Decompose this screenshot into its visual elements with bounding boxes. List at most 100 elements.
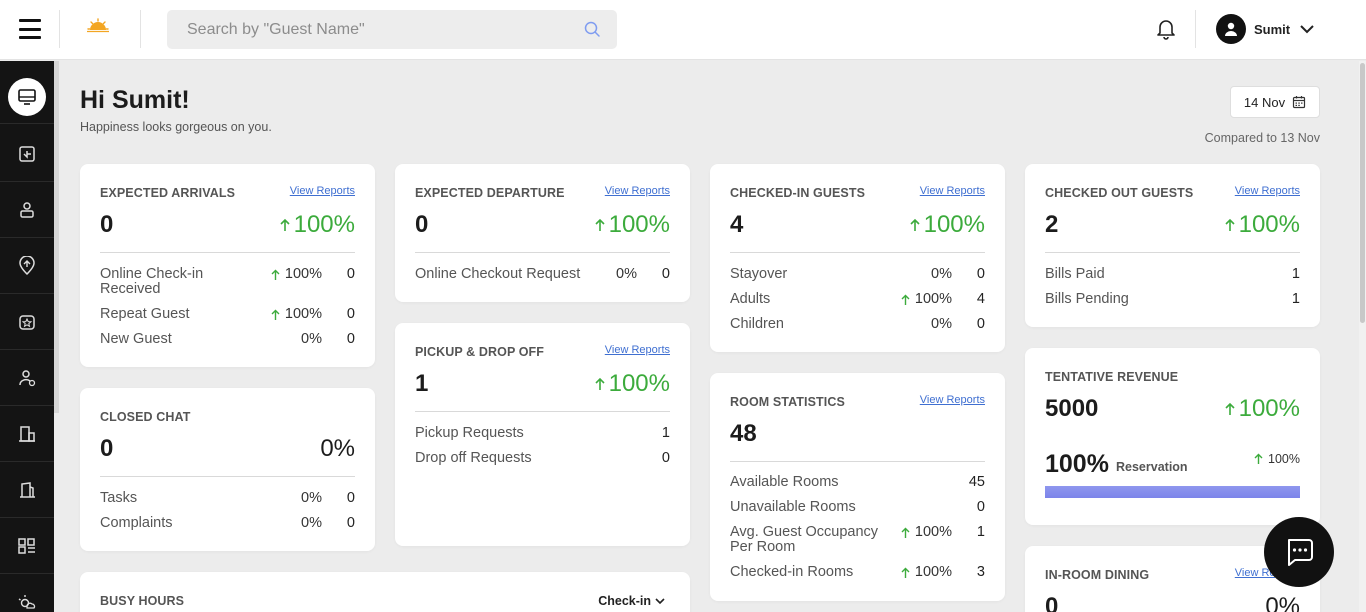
sidebar-item-dashboard[interactable] — [0, 70, 54, 124]
stat-row: Online Check-in Received 100% 0 — [100, 266, 355, 297]
view-reports-link[interactable]: View Reports — [605, 185, 670, 197]
stat-row: Adults 100% 4 — [730, 291, 985, 307]
apps-icon — [18, 537, 35, 554]
card-value: 5000 — [1045, 395, 1099, 422]
sidebar-item-service[interactable] — [0, 294, 54, 350]
sidebar-item-apps[interactable] — [0, 518, 54, 574]
property-icon — [20, 481, 35, 498]
divider — [140, 10, 141, 48]
reservation-progress-bar — [1045, 486, 1300, 498]
user-icon — [1225, 22, 1237, 36]
card-title: CHECKED OUT GUESTS — [1045, 186, 1194, 200]
view-reports-link[interactable]: View Reports — [290, 185, 355, 197]
card-title: CHECKED-IN GUESTS — [730, 186, 866, 200]
card-change: 0% — [320, 435, 355, 462]
sidebar-item-property[interactable] — [0, 462, 54, 518]
chat-icon — [1288, 539, 1313, 566]
divider — [730, 461, 985, 462]
arrow-up-icon — [1254, 453, 1263, 464]
card-expected-departure: EXPECTED DEPARTURE View Reports 0 100% O… — [395, 164, 690, 302]
reservation-label: Reservation — [1116, 460, 1188, 474]
card-change: 0% — [1265, 593, 1300, 612]
arrow-up-icon — [280, 218, 290, 231]
arrow-up-icon — [901, 294, 910, 305]
card-change: 100% — [1225, 211, 1300, 239]
divider — [59, 10, 60, 48]
sidebar-scrollbar[interactable] — [54, 61, 59, 413]
arrow-up-icon — [901, 527, 910, 538]
arrow-up-icon — [901, 567, 910, 578]
user-name: Sumit — [1254, 21, 1291, 37]
view-reports-link[interactable]: View Reports — [605, 344, 670, 356]
compared-date: Compared to 13 Nov — [1204, 131, 1320, 145]
view-reports-link[interactable]: View Reports — [920, 394, 985, 406]
arrow-up-icon — [910, 218, 920, 231]
arrow-up-icon — [1225, 402, 1235, 415]
stat-row: Stayover 0% 0 — [730, 266, 985, 282]
avatar — [1216, 14, 1246, 44]
card-title: TENTATIVE REVENUE — [1045, 370, 1179, 384]
stat-row: Pickup Requests 1 — [415, 425, 670, 441]
sidebar-item-location[interactable] — [0, 238, 54, 294]
user-menu[interactable]: Sumit — [1216, 14, 1314, 44]
search-icon[interactable] — [584, 21, 601, 38]
card-value: 2 — [1045, 211, 1059, 238]
view-reports-link[interactable]: View Reports — [1235, 185, 1300, 197]
reservation-change: 100% — [1254, 452, 1300, 466]
card-tentative-revenue: TENTATIVE REVENUE 5000 100% 100% Reserva… — [1025, 348, 1320, 525]
stat-row: Drop off Requests 0 — [415, 450, 670, 466]
stat-row: Complaints 0% 0 — [100, 515, 355, 531]
stat-row: Available Rooms 45 — [730, 474, 985, 490]
sidebar-item-building[interactable] — [0, 406, 54, 462]
card-room-statistics: ROOM STATISTICS View Reports 48 Availabl… — [710, 373, 1005, 601]
card-checked-in-guests: CHECKED-IN GUESTS View Reports 4 100% St… — [710, 164, 1005, 352]
stat-row: Repeat Guest 100% 0 — [100, 306, 355, 322]
stat-row: Online Checkout Request 0% 0 — [415, 266, 670, 282]
stat-row: New Guest 0% 0 — [100, 331, 355, 347]
divider — [415, 411, 670, 412]
top-bar: Sumit — [0, 0, 1366, 60]
card-busy-hours: BUSY HOURS Check-in — [80, 572, 690, 612]
arrow-up-icon — [271, 309, 280, 320]
card-value: 0 — [415, 211, 429, 238]
card-value: 0 — [100, 211, 114, 238]
page-scrollbar[interactable] — [1360, 63, 1365, 323]
card-change: 100% — [1225, 395, 1300, 423]
arrow-up-icon — [1225, 218, 1235, 231]
card-title: EXPECTED ARRIVALS — [100, 186, 236, 200]
search-input[interactable] — [167, 10, 567, 49]
weather-icon — [18, 595, 36, 609]
sidebar-item-guest[interactable] — [0, 182, 54, 238]
card-title: EXPECTED DEPARTURE — [415, 186, 565, 200]
card-change: 100% — [595, 370, 670, 398]
staff-icon — [19, 369, 36, 386]
arrow-up-icon — [271, 269, 280, 280]
divider — [100, 252, 355, 253]
date-picker-button[interactable]: 14 Nov — [1230, 86, 1320, 118]
sidebar-item-weather[interactable] — [0, 574, 54, 612]
date-label: 14 Nov — [1243, 94, 1286, 110]
arrow-up-icon — [595, 377, 605, 390]
stat-row: Bills Pending 1 — [1045, 291, 1300, 307]
card-checked-out-guests: CHECKED OUT GUESTS View Reports 2 100% B… — [1025, 164, 1320, 327]
stat-row: Children 0% 0 — [730, 316, 985, 332]
card-closed-chat: CLOSED CHAT 0 0% Tasks 0% 0 Complaints 0… — [80, 388, 375, 551]
divider — [415, 252, 670, 253]
card-value: 4 — [730, 211, 744, 238]
menu-icon[interactable] — [19, 19, 41, 39]
sidebar-item-checkin[interactable] — [0, 126, 54, 182]
card-title: CLOSED CHAT — [100, 410, 191, 424]
chat-button[interactable] — [1264, 517, 1334, 587]
busy-hours-dropdown[interactable]: Check-in — [598, 594, 665, 608]
bell-icon[interactable] — [1156, 18, 1176, 40]
dashboard-icon — [18, 88, 36, 105]
card-value: 0 — [100, 435, 114, 462]
arrow-up-icon — [595, 218, 605, 231]
building-icon — [19, 425, 35, 442]
view-reports-link[interactable]: View Reports — [920, 185, 985, 197]
divider — [1195, 10, 1196, 48]
chevron-down-icon — [1300, 24, 1314, 33]
stat-row: Unavailable Rooms 0 — [730, 499, 985, 515]
location-icon — [19, 255, 35, 275]
sidebar-item-staff[interactable] — [0, 350, 54, 406]
